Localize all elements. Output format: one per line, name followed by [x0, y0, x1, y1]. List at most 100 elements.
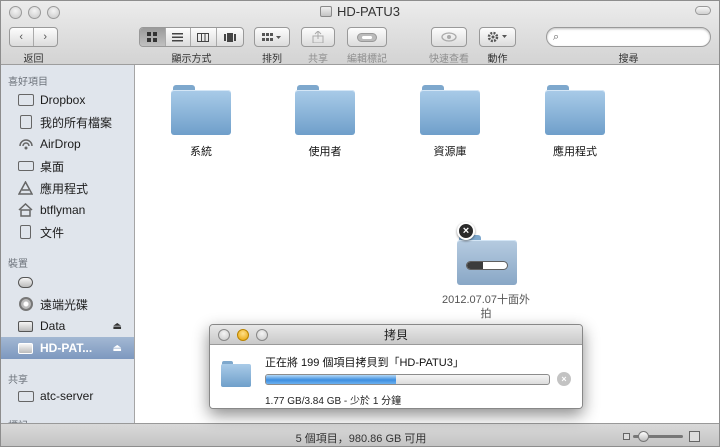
sidebar-item-label: 我的所有檔案: [40, 115, 113, 130]
folder-icon[interactable]: [420, 85, 480, 135]
folder-icon[interactable]: [545, 85, 605, 135]
arrange-label: 排列: [262, 54, 282, 65]
copy-progress-bar: [265, 374, 550, 385]
dialog-zoom-button[interactable]: [256, 329, 268, 341]
column-view-icon: [197, 32, 210, 42]
copy-dialog: 拷貝 正在將 199 個項目拷貝到「HD-PATU3」 × 1.77 GB/3.…: [209, 324, 583, 409]
status-bar: 5 個項目，980.86 GB 可用: [1, 423, 719, 446]
server-icon: [17, 389, 34, 404]
sidebar-item-desktop[interactable]: 桌面: [1, 155, 134, 177]
folder-label-users[interactable]: 使用者: [275, 143, 375, 159]
folder-label-applications[interactable]: 應用程式: [525, 143, 625, 159]
remote-disc-icon: [17, 297, 34, 312]
sidebar-item-label: Dropbox: [40, 93, 86, 107]
tag-icon: [357, 32, 377, 42]
sidebar-item-dropbox[interactable]: Dropbox: [1, 89, 134, 111]
chevron-right-icon: ›: [43, 31, 48, 43]
list-view-button[interactable]: [166, 28, 192, 46]
back-label: 返回: [23, 54, 44, 65]
stop-copy-icon[interactable]: ×: [457, 222, 475, 240]
quicklook-button-face[interactable]: [432, 28, 466, 46]
arrange-icon: [262, 32, 281, 41]
desktop-icon: [17, 159, 34, 174]
sidebar-item-label: Data: [40, 319, 66, 333]
copy-progress-indicator: [466, 261, 508, 270]
drive-icon: [17, 341, 34, 356]
sidebar-item-applications[interactable]: 應用程式: [1, 177, 134, 199]
icon-size-slider-knob[interactable]: [638, 431, 649, 442]
window-title-text: HD-PATU3: [336, 4, 401, 19]
view-label: 顯示方式: [171, 54, 212, 65]
titlebar: HD-PATU3 ‹ › 返回 顯示方式 排列 共享 編輯標記 快速查看 動作 …: [1, 1, 719, 65]
eject-icon[interactable]: ⏏: [113, 321, 122, 332]
forward-button[interactable]: ›: [34, 28, 57, 46]
share-label: 共享: [308, 54, 328, 65]
gear-icon: [487, 31, 507, 43]
copying-folder-label[interactable]: 2012.07.07十面外 拍: [421, 293, 551, 321]
column-view-button[interactable]: [191, 28, 217, 46]
search-field[interactable]: ⌕: [546, 27, 711, 47]
sidebar-item-label: 遠端光碟: [40, 297, 89, 312]
sidebar-item-label: atc-server: [40, 389, 94, 403]
folder-icon[interactable]: [171, 85, 231, 135]
sidebar-item-documents[interactable]: 文件: [1, 221, 134, 243]
back-button[interactable]: ‹: [10, 28, 34, 46]
quicklook-button[interactable]: [431, 27, 467, 47]
arrange-button-face[interactable]: [255, 28, 289, 46]
action-button[interactable]: [479, 27, 516, 47]
folder-label-library[interactable]: 資源庫: [400, 143, 500, 159]
sidebar-item-label: 文件: [40, 225, 65, 240]
folder-icon: [221, 361, 251, 387]
status-text: 5 個項目，980.86 GB 可用: [295, 433, 427, 445]
sidebar-item-label: btflyman: [40, 203, 86, 217]
sidebar-item-label: 桌面: [40, 159, 65, 174]
share-icon: [312, 31, 324, 43]
coverflow-view-button[interactable]: [217, 28, 243, 46]
toolbar-toggle-button[interactable]: [695, 6, 711, 15]
chevron-left-icon: ‹: [19, 31, 24, 43]
sidebar-item-hd-patu3[interactable]: HD-PAT... ⏏: [1, 337, 134, 359]
action-label: 動作: [487, 54, 508, 65]
sidebar-item-label: HD-PAT...: [40, 341, 93, 355]
sidebar-item-atc-server[interactable]: atc-server: [1, 385, 134, 407]
sidebar-item-label: AirDrop: [40, 137, 81, 151]
share-button-face[interactable]: [302, 28, 334, 46]
sidebar-item-home[interactable]: btflyman: [1, 199, 134, 221]
search-input[interactable]: [567, 30, 707, 44]
folder-icon[interactable]: [295, 85, 355, 135]
share-button[interactable]: [301, 27, 335, 47]
dialog-minimize-button[interactable]: [237, 329, 249, 341]
icon-view-button[interactable]: [140, 28, 166, 46]
edit-tags-button-face[interactable]: [348, 28, 386, 46]
view-mode-control: [139, 27, 244, 47]
sidebar-header-favorites: 喜好項目: [8, 77, 48, 88]
copying-folder-label-line1: 2012.07.07十面外: [441, 294, 531, 306]
applications-icon: [17, 181, 34, 196]
sidebar-item-computer[interactable]: [1, 271, 134, 293]
all-files-icon: [17, 115, 34, 130]
copying-folder-icon[interactable]: [457, 235, 517, 285]
folder-label-system[interactable]: 系統: [151, 143, 251, 159]
documents-icon: [17, 225, 34, 240]
sidebar-item-all-files[interactable]: 我的所有檔案: [1, 111, 134, 133]
sidebar-header-shared: 共享: [8, 375, 28, 386]
copy-dialog-body: 正在將 199 個項目拷貝到「HD-PATU3」 × 1.77 GB/3.84 …: [210, 345, 582, 408]
sidebar-item-airdrop[interactable]: AirDrop: [1, 133, 134, 155]
copying-folder-label-line2: 拍: [480, 308, 492, 320]
sidebar-item-label: 應用程式: [40, 181, 89, 196]
search-icon: ⌕: [553, 31, 560, 43]
dialog-close-button[interactable]: [218, 329, 230, 341]
search-label: 搜尋: [618, 54, 639, 65]
edit-tags-label: 編輯標記: [347, 54, 387, 65]
eject-icon[interactable]: ⏏: [113, 343, 122, 354]
eye-icon: [441, 32, 457, 42]
sidebar-item-data[interactable]: Data ⏏: [1, 315, 134, 337]
action-button-face[interactable]: [480, 28, 515, 46]
edit-tags-button[interactable]: [347, 27, 387, 47]
cancel-copy-icon[interactable]: ×: [557, 372, 571, 386]
copy-detail: 1.77 GB/3.84 GB - 少於 1 分鐘: [265, 396, 402, 407]
sidebar-item-remote-disc[interactable]: 遠端光碟: [1, 293, 134, 315]
arrange-button[interactable]: [254, 27, 290, 47]
coverflow-view-icon: [223, 32, 236, 42]
drive-icon: [319, 6, 332, 17]
